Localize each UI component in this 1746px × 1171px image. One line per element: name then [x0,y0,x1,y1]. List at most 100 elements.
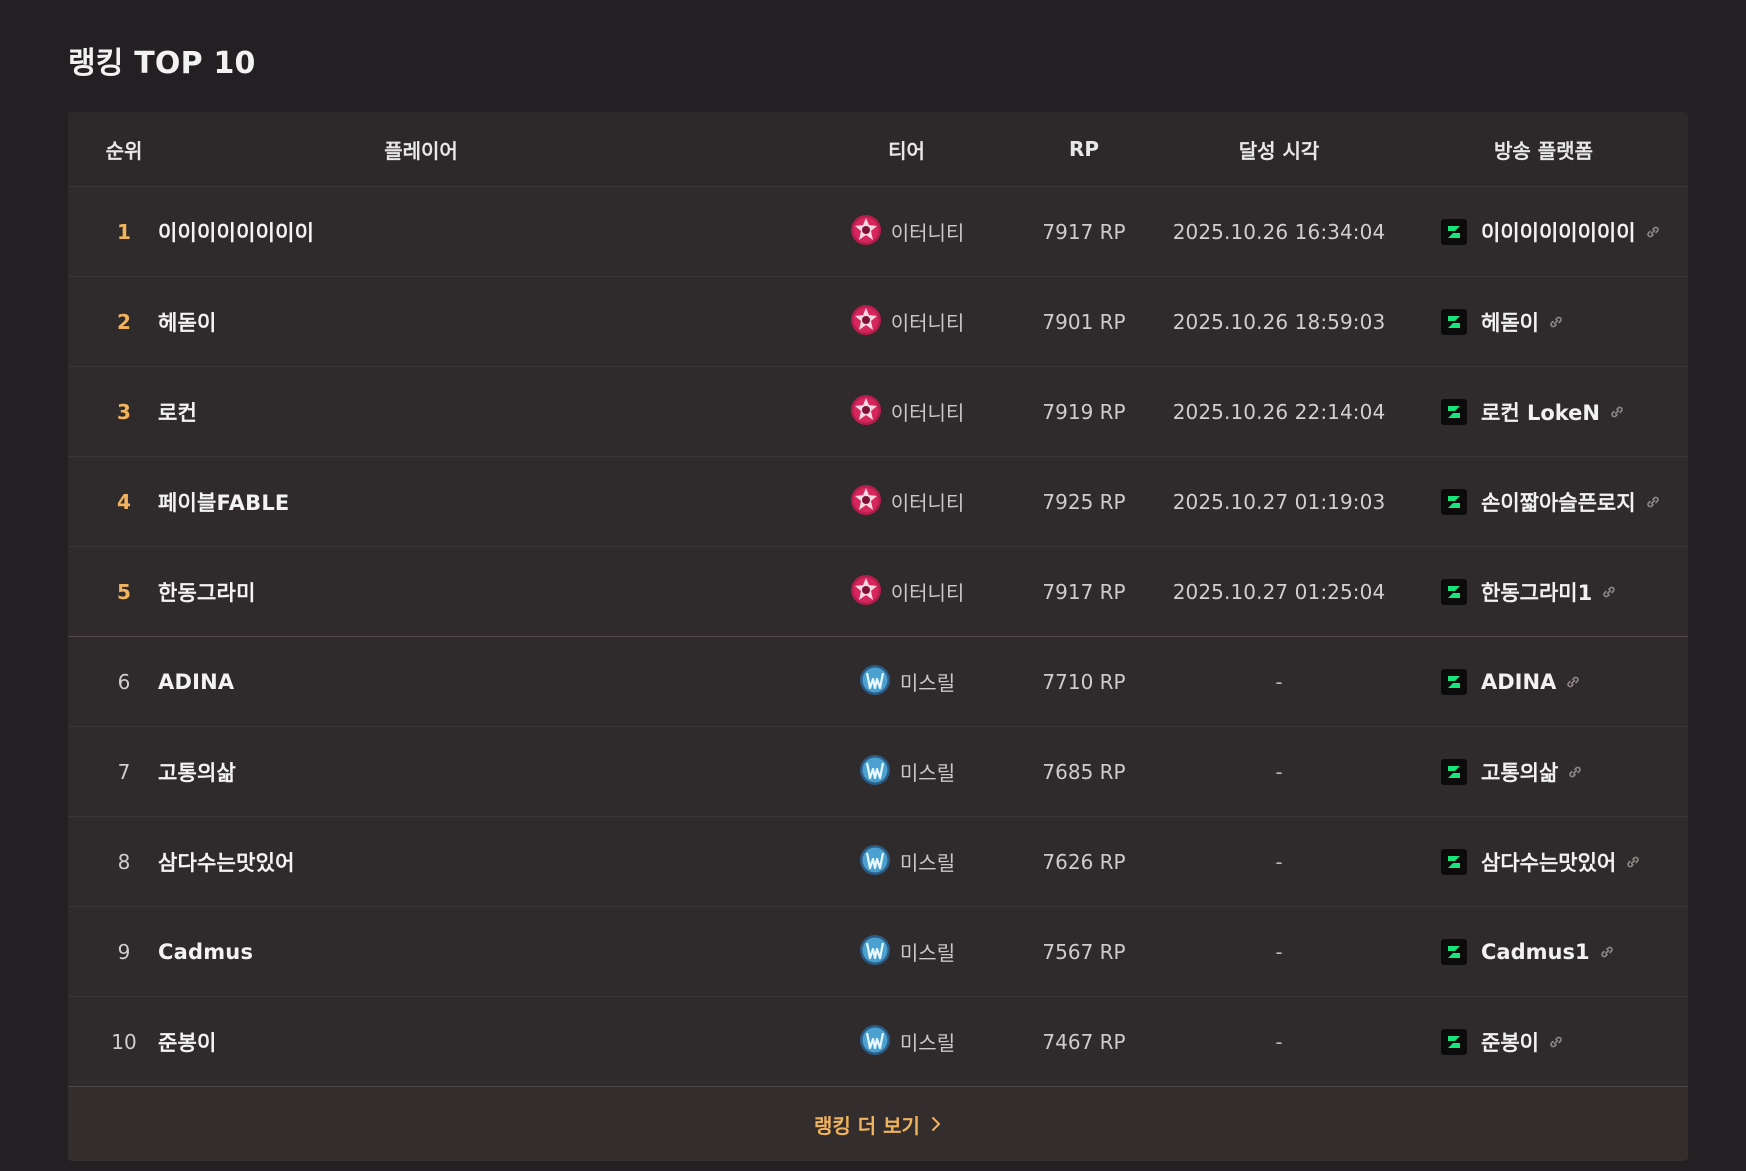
mithril-tier-icon [858,663,892,701]
player-name: 헤돋이 [158,310,217,335]
achieved-time: - [1275,849,1283,874]
player-name: 삼다수는맛있어 [158,850,295,875]
player-name: 이이이이이이이이 [158,220,315,245]
chevron-right-icon [930,1115,942,1133]
more-ranking-button[interactable]: 랭킹 더 보기 [68,1086,1688,1161]
rank-number: 1 [117,219,131,244]
eternity-tier-icon [849,393,883,431]
rank-cell: 8 [68,850,158,874]
rank-cell: 3 [68,400,158,424]
tier-label: 미스릴 [899,1031,956,1055]
link-icon[interactable] [1547,313,1565,331]
chzzk-icon[interactable] [1441,218,1467,245]
link-icon[interactable] [1566,763,1584,781]
chzzk-icon[interactable] [1441,938,1467,965]
chzzk-icon[interactable] [1441,1028,1467,1055]
tier-label: 미스릴 [899,851,956,875]
rp-cell: 7467 RP [1009,1030,1159,1054]
link-icon[interactable] [1644,493,1662,511]
tier-label: 이터니티 [890,401,965,425]
channel-name[interactable]: 한동그라미1 [1481,577,1592,607]
rank-number: 10 [111,1029,137,1054]
rank-cell: 10 [68,1030,158,1054]
player-name: 고통의삶 [158,760,237,785]
link-icon[interactable] [1600,583,1618,601]
eternity-tier-icon [849,213,883,251]
tier-label: 이터니티 [890,491,965,515]
rp-value: 7925 RP [1042,489,1126,514]
channel-name[interactable]: 이이이이이이이이 [1481,217,1636,247]
tier-label: 미스릴 [899,941,956,965]
player-name: 준봉이 [158,1030,217,1055]
table-row: 3 로컨 이터니티 7919 RP 2025.10.26 22:14:04 로컨… [68,366,1688,456]
link-icon[interactable] [1644,223,1662,241]
chzzk-icon[interactable] [1441,668,1467,695]
channel-name[interactable]: 로컨 LokeN [1481,397,1600,427]
rank-cell: 6 [68,670,158,694]
rp-cell: 7925 RP [1009,490,1159,514]
achieved-time: - [1275,669,1283,694]
chzzk-icon[interactable] [1441,848,1467,875]
player-cell: 페이블FABLE [158,487,804,517]
table-row: 8 삼다수는맛있어 미스릴 7626 RP - 삼다수는맛있어 [68,816,1688,906]
rank-number: 2 [117,309,131,334]
player-cell: 이이이이이이이이 [158,217,804,247]
link-icon[interactable] [1624,853,1642,871]
tier-cell: 미스릴 [804,933,1009,971]
chzzk-icon[interactable] [1441,488,1467,515]
chzzk-icon[interactable] [1441,758,1467,785]
platform-cell: 헤돋이 [1399,307,1688,337]
eternity-tier-icon [849,573,883,611]
link-icon[interactable] [1564,673,1582,691]
link-icon[interactable] [1547,1033,1565,1051]
table-header: 순위 플레이어 티어 RP 달성 시각 방송 플랫폼 [68,112,1688,186]
chzzk-icon[interactable] [1441,398,1467,425]
player-name: 한동그라미 [158,580,256,605]
table-row: 6 ADINA 미스릴 7710 RP - ADINA [68,636,1688,726]
player-cell: 헤돋이 [158,307,804,337]
link-icon[interactable] [1608,403,1626,421]
achieved-time: 2025.10.27 01:25:04 [1172,579,1386,604]
link-icon[interactable] [1598,943,1616,961]
tier-cell: 이터니티 [804,213,1009,251]
chzzk-icon[interactable] [1441,578,1467,605]
player-cell: 고통의삶 [158,757,804,787]
time-cell: 2025.10.27 01:19:03 [1159,490,1399,514]
rank-cell: 5 [68,580,158,604]
rp-cell: 7685 RP [1009,760,1159,784]
tier-cell: 미스릴 [804,753,1009,791]
player-name: Cadmus [158,939,254,964]
time-cell: - [1159,850,1399,874]
rp-value: 7917 RP [1042,579,1126,604]
channel-name[interactable]: Cadmus1 [1481,940,1590,964]
rank-number: 9 [117,939,131,964]
chzzk-icon[interactable] [1441,308,1467,335]
platform-cell: ADINA [1399,668,1688,695]
rp-cell: 7917 RP [1009,220,1159,244]
rank-cell: 9 [68,940,158,964]
platform-cell: Cadmus1 [1399,938,1688,965]
rp-cell: 7710 RP [1009,670,1159,694]
channel-name[interactable]: ADINA [1481,670,1556,694]
rp-value: 7919 RP [1042,399,1126,424]
channel-name[interactable]: 삼다수는맛있어 [1481,847,1616,877]
achieved-time: 2025.10.26 18:59:03 [1172,309,1386,334]
channel-name[interactable]: 고통의삶 [1481,757,1558,787]
rank-number: 6 [117,669,131,694]
channel-name[interactable]: 손이짧아슬픈로지 [1481,487,1636,517]
rp-cell: 7626 RP [1009,850,1159,874]
tier-cell: 미스릴 [804,1023,1009,1061]
achieved-time: 2025.10.26 22:14:04 [1172,399,1386,424]
channel-name[interactable]: 준봉이 [1481,1027,1539,1057]
platform-cell: 준봉이 [1399,1027,1688,1057]
player-cell: 한동그라미 [158,577,804,607]
header-platform: 방송 플랫폼 [1494,138,1593,163]
channel-name[interactable]: 헤돋이 [1481,307,1539,337]
header-time: 달성 시각 [1238,138,1320,163]
time-cell: 2025.10.27 01:25:04 [1159,580,1399,604]
rp-value: 7685 RP [1042,759,1126,784]
header-rank: 순위 [105,138,143,163]
tier-label: 미스릴 [899,671,956,695]
time-cell: - [1159,1030,1399,1054]
table-row: 9 Cadmus 미스릴 7567 RP - Cadmus1 [68,906,1688,996]
